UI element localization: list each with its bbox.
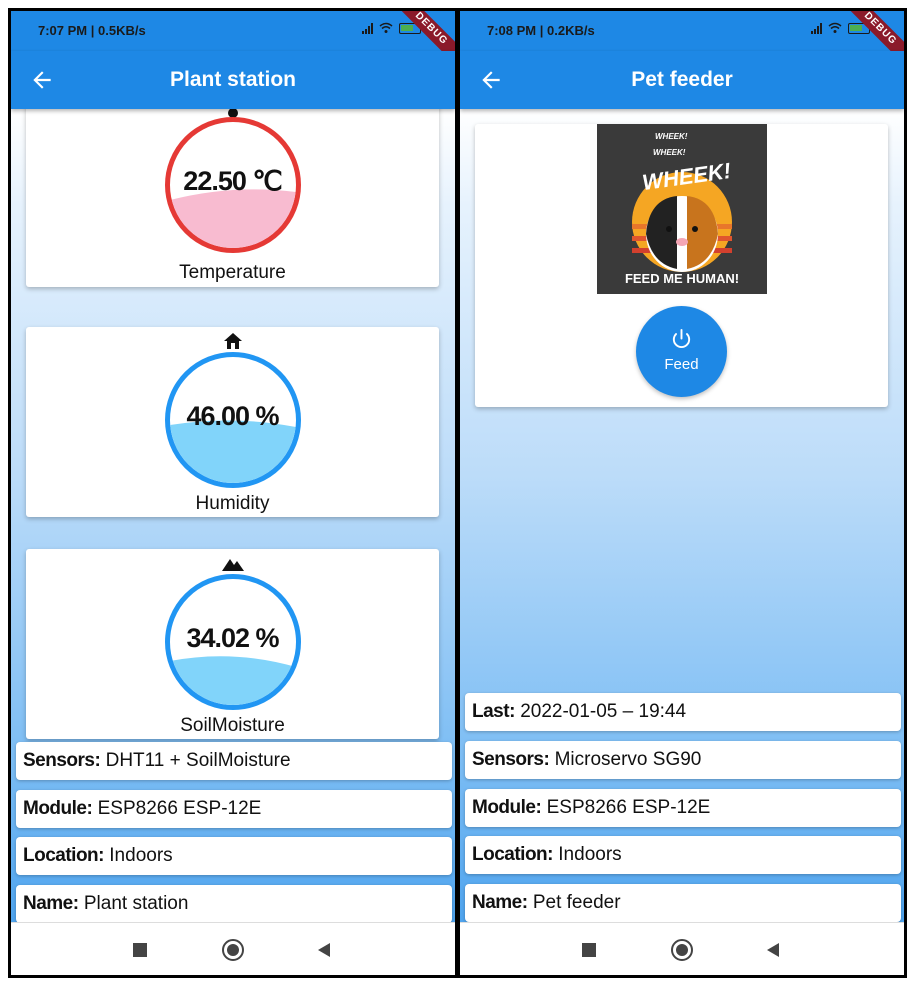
- recent-apps-button[interactable]: [582, 943, 596, 957]
- system-nav-bar: [460, 922, 904, 975]
- nav-back-button[interactable]: [318, 943, 330, 957]
- home-icon: [223, 333, 242, 349]
- plant-station-screen: 7:07 PM | 0.5KB/s DEBUG Plant station 22…: [8, 8, 458, 978]
- status-bar: 7:07 PM | 0.5KB/s DEBUG: [11, 11, 455, 71]
- pet-feeder-screen: 7:08 PM | 0.2KB/s DEBUG Pet feeder WHEEK…: [457, 8, 907, 978]
- wifi-icon: [828, 22, 842, 33]
- module-row: Module: ESP8266 ESP-12E: [16, 790, 452, 828]
- name-row: Name: Pet feeder: [465, 884, 901, 922]
- sensors-row: Sensors: DHT11 + SoilMoisture: [16, 742, 452, 780]
- guinea-pig-image: WHEEK! WHEEK! WHEEK! FEED ME HUMAN!: [597, 124, 767, 294]
- content-area: 22.50 ℃ Temperature 46.00 % Humidity 34.…: [11, 109, 455, 922]
- soil-moisture-value: 34.02 %: [186, 623, 279, 653]
- home-button[interactable]: [222, 939, 244, 961]
- power-icon: [672, 328, 691, 349]
- app-bar: Pet feeder: [460, 51, 904, 109]
- feed-button[interactable]: Feed: [636, 306, 727, 397]
- status-bar: 7:08 PM | 0.2KB/s DEBUG: [460, 11, 904, 71]
- temperature-card: 22.50 ℃ Temperature: [26, 109, 439, 287]
- app-bar: Plant station: [11, 51, 455, 109]
- temperature-value: 22.50 ℃: [183, 166, 282, 196]
- humidity-gauge: 46.00 %: [164, 352, 301, 488]
- humidity-card: 46.00 % Humidity: [26, 327, 439, 517]
- status-time: 7:08 PM | 0.2KB/s: [487, 23, 595, 38]
- system-nav-bar: [11, 922, 455, 975]
- feeder-card: WHEEK! WHEEK! WHEEK! FEED ME HUMAN! Feed: [475, 124, 888, 407]
- page-title: Plant station: [169, 68, 296, 91]
- page-title: Pet feeder: [631, 68, 733, 91]
- wifi-icon: [379, 22, 393, 33]
- sensors-row: Sensors: Microservo SG90: [465, 741, 901, 779]
- soil-moisture-label: SoilMoisture: [180, 715, 285, 736]
- home-button[interactable]: [671, 939, 693, 961]
- content-area: WHEEK! WHEEK! WHEEK! FEED ME HUMAN! Feed…: [460, 109, 904, 922]
- signal-icon: [811, 22, 822, 34]
- location-row: Location: Indoors: [16, 837, 452, 875]
- soil-moisture-card: 34.02 % SoilMoisture: [26, 549, 439, 739]
- feed-button-label: Feed: [664, 356, 699, 373]
- humidity-label: Humidity: [195, 493, 270, 514]
- guinea-pig-illustration: [632, 172, 732, 272]
- name-row: Name: Plant station: [16, 885, 452, 922]
- module-row: Module: ESP8266 ESP-12E: [465, 789, 901, 827]
- location-row: Location: Indoors: [465, 836, 901, 874]
- signal-icon: [362, 22, 373, 34]
- humidity-value: 46.00 %: [186, 401, 279, 431]
- mountain-icon: [221, 559, 244, 571]
- soil-moisture-gauge: 34.02 %: [164, 574, 301, 710]
- temperature-gauge: 22.50 ℃: [164, 117, 301, 253]
- recent-apps-button[interactable]: [133, 943, 147, 957]
- nav-back-button[interactable]: [767, 943, 779, 957]
- status-time: 7:07 PM | 0.5KB/s: [38, 23, 146, 38]
- temperature-label: Temperature: [179, 262, 286, 283]
- last-feed-row: Last: 2022-01-05 – 19:44: [465, 693, 901, 731]
